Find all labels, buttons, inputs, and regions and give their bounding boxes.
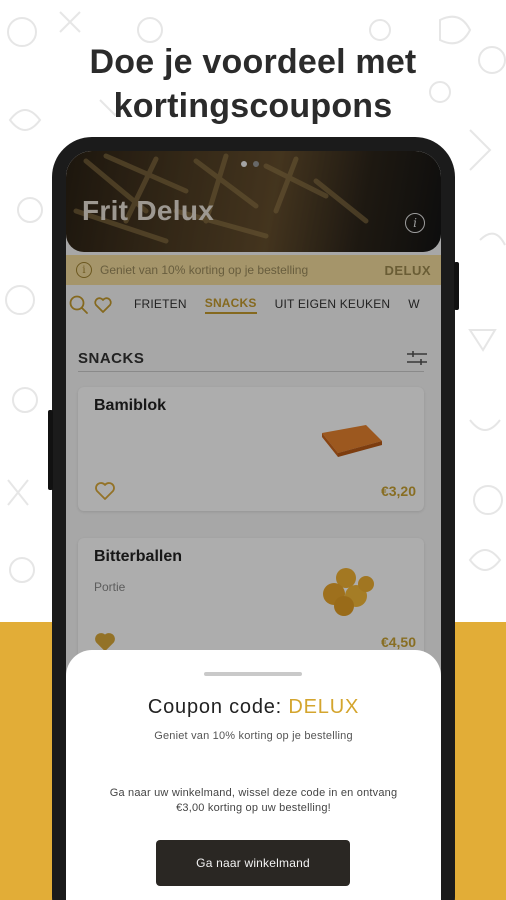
coupon-instructions: Ga naar uw winkelmand, wissel deze code … xyxy=(109,787,398,814)
coupon-bottom-sheet: Coupon code: DELUX Geniet van 10% kortin… xyxy=(66,650,441,900)
coupon-title: Coupon code: DELUX xyxy=(66,696,441,719)
coupon-subtitle: Geniet van 10% korting op je bestelling xyxy=(154,730,353,742)
promo-headline-line2: kortingscoupons xyxy=(113,87,393,125)
go-to-cart-button[interactable]: Ga naar winkelmand xyxy=(156,840,350,886)
sheet-drag-handle[interactable] xyxy=(204,672,302,676)
phone-power-button xyxy=(454,262,459,310)
phone-volume-button xyxy=(48,410,53,490)
promo-headline: Doe je voordeel met kortingscoupons xyxy=(0,40,506,128)
coupon-code: DELUX xyxy=(288,696,360,718)
promo-headline-line1: Doe je voordeel met xyxy=(89,43,417,81)
coupon-title-prefix: Coupon code: xyxy=(147,696,283,718)
